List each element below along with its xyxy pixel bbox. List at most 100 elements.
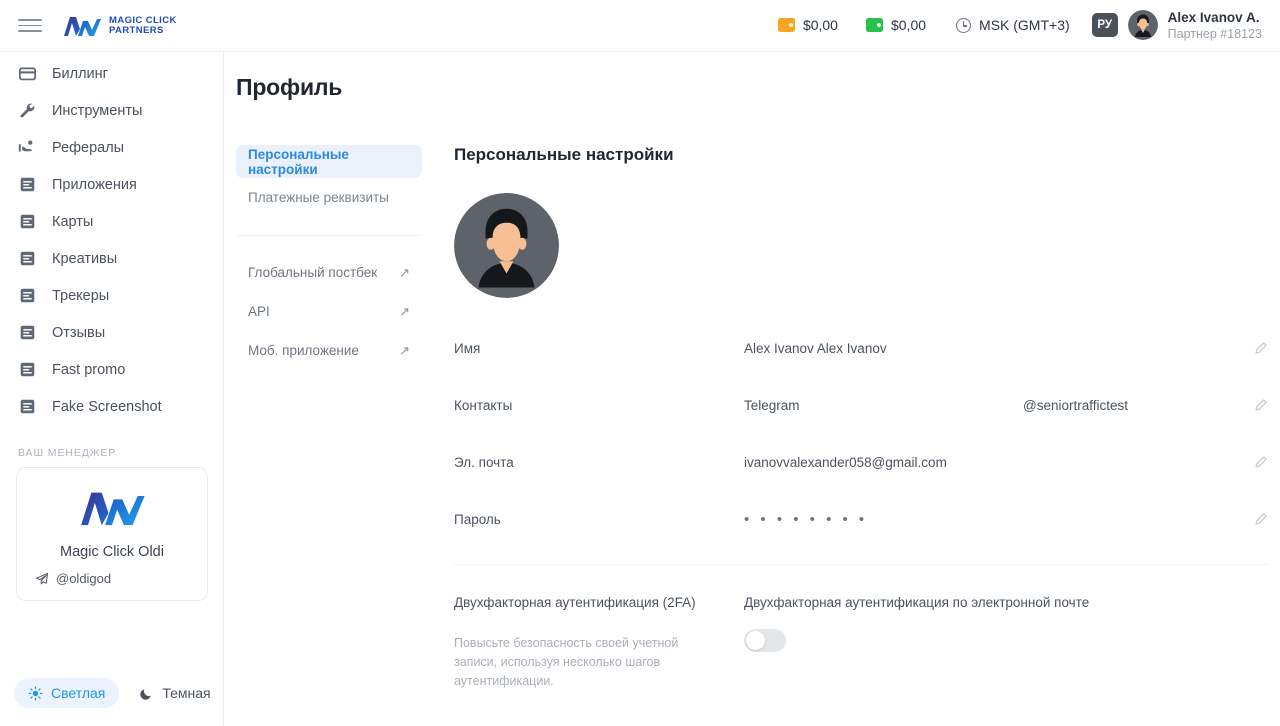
tab-label: Платежные реквизиты: [248, 190, 389, 205]
manager-card: Magic Click Oldi @oldigod: [16, 467, 208, 601]
main-content: Профиль Персональные настройки Платежные…: [224, 52, 1280, 726]
field-value-group: Telegram @seniortraffictest: [744, 398, 1242, 413]
theme-light-label: Светлая: [51, 685, 106, 701]
two-factor-title: Двухфакторная аутентификация (2FA): [454, 595, 696, 610]
field-value: Telegram: [744, 398, 800, 413]
document-icon: [16, 176, 38, 193]
sidebar-item-applications[interactable]: Приложения: [0, 166, 223, 203]
field-label: Контакты: [454, 398, 513, 413]
field-value: ivanovvalexander058@gmail.com: [744, 455, 947, 470]
timezone-selector[interactable]: MSK (GMT+3): [940, 17, 1086, 33]
field-label: Эл. почта: [454, 455, 514, 470]
field-row-password: Пароль • • • • • • • •: [454, 491, 1280, 548]
brand-logo[interactable]: MAGIC CLICK PARTNERS: [61, 13, 177, 39]
subnav-divider: [238, 235, 420, 236]
sidebar-item-reviews[interactable]: Отзывы: [0, 314, 223, 351]
link-api[interactable]: API ↗: [236, 295, 422, 328]
sidebar-item-cards[interactable]: Карты: [0, 203, 223, 240]
two-factor-toggle[interactable]: [744, 629, 786, 652]
field-value-group: Alex Ivanov Alex Ivanov: [744, 341, 1242, 356]
wallet-icon-green: [865, 18, 883, 33]
toggle-knob: [746, 631, 765, 650]
sidebar-item-label: Трекеры: [52, 287, 110, 304]
field-row-contacts: Контакты Telegram @seniortraffictest: [454, 377, 1280, 434]
pencil-icon: [1255, 513, 1267, 525]
tab-label: Персональные настройки: [248, 146, 349, 177]
external-link-icon: ↗: [399, 342, 410, 358]
manager-section-label: ВАШ МЕНЕДЖЕР: [18, 447, 117, 459]
panel-title: Персональные настройки: [454, 145, 674, 164]
brand-line-2: PARTNERS: [109, 24, 164, 36]
sidebar-item-referrals[interactable]: Рефералы: [0, 129, 223, 166]
edit-email-button[interactable]: [1242, 455, 1268, 470]
clock-icon: [956, 17, 972, 33]
personal-settings-panel: Персональные настройки Имя Alex Ivanov A: [422, 145, 1280, 690]
theme-dark-button[interactable]: Темная: [125, 678, 224, 708]
field-value-group: • • • • • • • •: [744, 511, 1242, 528]
page-title: Профиль: [236, 74, 343, 100]
language-switcher[interactable]: РУ: [1091, 13, 1118, 38]
user-name: Alex Ivanov A.: [1167, 9, 1260, 25]
pencil-icon: [1255, 342, 1267, 354]
wrench-icon: [16, 102, 38, 119]
document-icon: [16, 361, 38, 378]
sidebar-item-billing[interactable]: Биллинг: [0, 55, 223, 92]
manager-name: Magic Click Oldi: [60, 544, 164, 560]
document-icon: [16, 324, 38, 341]
link-global-postback[interactable]: Глобальный постбек ↗: [236, 256, 422, 289]
theme-switcher: Светлая Темная: [14, 678, 225, 708]
balance-secondary[interactable]: $0,00: [852, 17, 940, 33]
hamburger-bar: [18, 30, 42, 32]
manager-telegram-link[interactable]: @oldigod: [17, 571, 111, 586]
field-value: Alex Ivanov Alex Ivanov: [744, 341, 887, 356]
two-factor-section: Двухфакторная аутентификация (2FA) Повыс…: [454, 565, 1280, 690]
link-mobile-app[interactable]: Моб. приложение ↗: [236, 334, 422, 367]
profile-content: Персональные настройки Платежные реквизи…: [224, 101, 1280, 690]
balance-main[interactable]: $0,00: [764, 17, 852, 33]
profile-avatar[interactable]: [454, 193, 559, 298]
sidebar-item-fake-screenshot[interactable]: Fake Screenshot: [0, 388, 223, 425]
two-factor-description: Повысьте безопасность своей учетной запи…: [454, 636, 679, 688]
external-link-icon: ↗: [399, 264, 410, 280]
sidebar-item-label: Биллинг: [52, 65, 108, 82]
edit-contacts-button[interactable]: [1242, 398, 1268, 413]
edit-password-button[interactable]: [1242, 512, 1268, 527]
field-value-group: ivanovvalexander058@gmail.com: [744, 455, 1242, 470]
user-role: Партнер #18123: [1167, 27, 1262, 42]
sidebar-item-tools[interactable]: Инструменты: [0, 92, 223, 129]
sidebar-item-trackers[interactable]: Трекеры: [0, 277, 223, 314]
sidebar-item-label: Приложения: [52, 176, 137, 193]
sidebar-item-creatives[interactable]: Креативы: [0, 240, 223, 277]
sidebar-item-fast-promo[interactable]: Fast promo: [0, 351, 223, 388]
theme-light-button[interactable]: Светлая: [14, 678, 120, 708]
sidebar: Биллинг Инструменты Рефералы Приложения …: [0, 52, 224, 726]
field-value: • • • • • • • •: [744, 511, 868, 528]
sidebar-item-label: Рефералы: [52, 139, 125, 156]
sidebar-item-label: Инструменты: [52, 102, 143, 119]
hamburger-icon[interactable]: [18, 14, 42, 38]
field-row-name: Имя Alex Ivanov Alex Ivanov: [454, 320, 1280, 377]
field-label: Имя: [454, 341, 481, 356]
link-label: API: [248, 304, 270, 319]
document-icon: [16, 213, 38, 230]
tab-payment-details[interactable]: Платежные реквизиты: [236, 181, 422, 214]
sun-icon: [28, 685, 43, 701]
moon-icon: [140, 688, 151, 700]
document-icon: [16, 287, 38, 304]
tab-personal-settings[interactable]: Персональные настройки: [236, 145, 422, 178]
sidebar-item-label: Отзывы: [52, 324, 106, 341]
sidebar-item-label: Fake Screenshot: [52, 398, 162, 415]
document-icon: [16, 250, 38, 267]
pencil-icon: [1255, 456, 1267, 468]
pencil-icon: [1255, 399, 1267, 411]
edit-name-button[interactable]: [1242, 341, 1268, 356]
sidebar-item-label: Креативы: [52, 250, 118, 267]
link-label: Глобальный постбек: [248, 265, 378, 280]
balance-main-amount: $0,00: [802, 17, 838, 34]
sidebar-item-label: Fast promo: [52, 361, 126, 378]
sidebar-item-label: Карты: [52, 213, 94, 230]
magic-click-logo-icon: [81, 492, 145, 526]
link-label: Моб. приложение: [248, 343, 359, 358]
header-right-group: $0,00 $0,00 MSK (GMT+3) РУ Alex Ivanov A…: [764, 9, 1280, 43]
user-menu[interactable]: Alex Ivanov A. Партнер #18123: [1127, 9, 1266, 43]
